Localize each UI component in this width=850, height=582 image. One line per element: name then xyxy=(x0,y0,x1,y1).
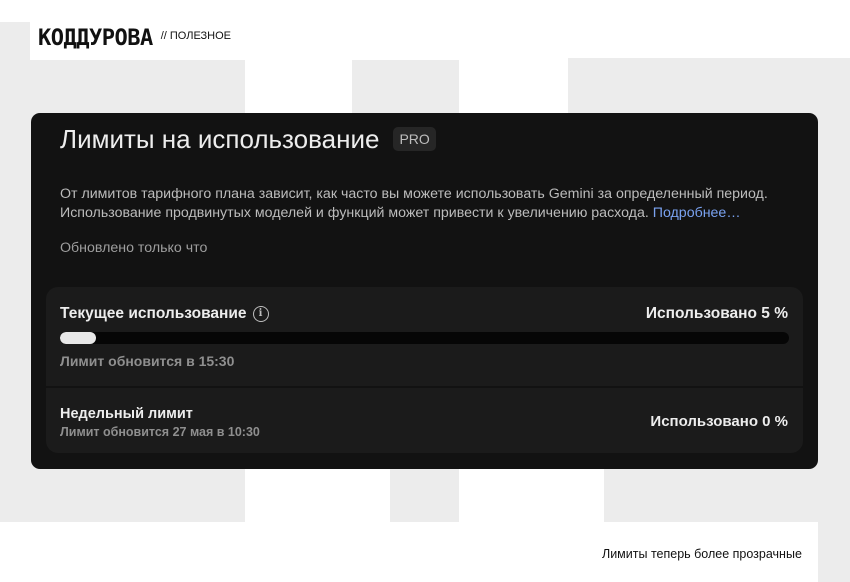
current-usage-progress-fill xyxy=(60,332,97,344)
bg-gap-2 xyxy=(498,469,604,529)
learn-more-link[interactable]: Подробнее… xyxy=(653,205,741,221)
usage-panel: Текущее использование i Использовано 5 %… xyxy=(46,287,803,453)
updated-status: Обновлено только что xyxy=(60,240,208,256)
info-icon[interactable]: i xyxy=(252,306,269,322)
weekly-limit-label: Недельный лимит xyxy=(60,406,193,422)
weekly-limit-percent: Использовано 0 % xyxy=(650,413,788,430)
dialog-header: Лимиты на использование PRO xyxy=(60,123,436,155)
image-caption: Лимиты теперь более прозрачные xyxy=(602,547,802,561)
current-usage-header: Текущее использование i xyxy=(60,305,269,323)
bg-gap-1 xyxy=(280,469,390,529)
bg-decor-1 xyxy=(0,22,30,522)
bg-decor-5 xyxy=(818,100,850,582)
current-usage-percent: Использовано 5 % xyxy=(645,305,788,322)
pro-badge: PRO xyxy=(393,127,436,151)
panel-divider xyxy=(46,386,803,388)
dialog-description: От лимитов тарифного плана зависит, как … xyxy=(60,185,800,223)
brand-header: КОДДУРОВА // ПОЛЕЗНОЕ xyxy=(38,27,231,51)
current-usage-reset-time: Лимит обновится в 15:30 xyxy=(60,353,235,369)
section-tag: // ПОЛЕЗНОЕ xyxy=(160,30,232,42)
current-usage-label: Текущее использование xyxy=(60,305,247,322)
current-usage-progress-bar xyxy=(60,332,789,344)
weekly-limit-reset-time: Лимит обновится 27 мая в 10:30 xyxy=(60,425,260,439)
dialog-title: Лимиты на использование xyxy=(60,124,380,154)
brand-logo[interactable]: КОДДУРОВА xyxy=(38,27,153,51)
usage-limits-dialog: Лимиты на использование PRO От лимитов т… xyxy=(31,113,818,469)
